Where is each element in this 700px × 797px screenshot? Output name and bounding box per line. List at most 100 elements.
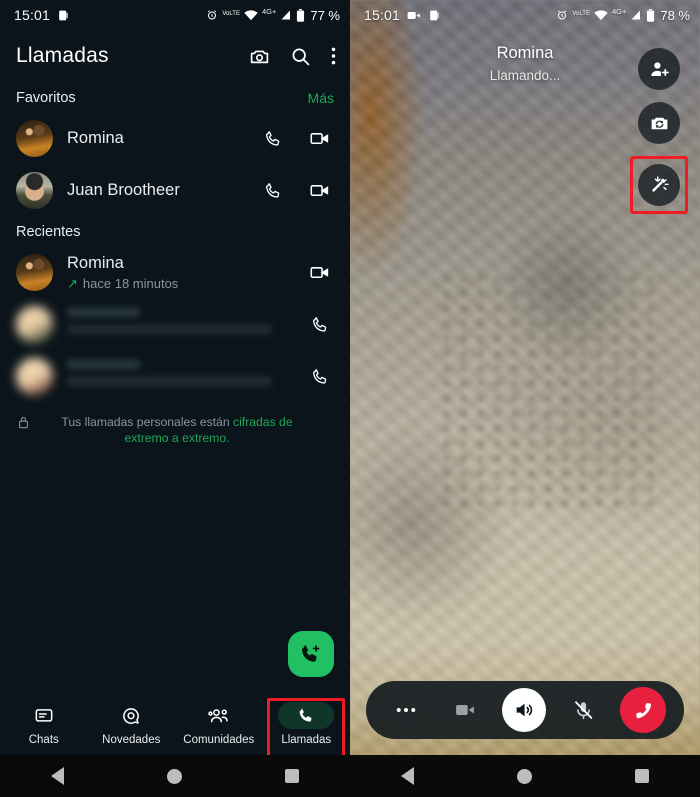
battery-percent: 78 % [660, 7, 690, 23]
favorite-row[interactable]: Romina [0, 112, 350, 164]
app-bar: Llamadas [0, 30, 350, 82]
mic-button[interactable] [561, 688, 605, 732]
call-timestamp: hace 18 minutos [82, 275, 179, 291]
recents-icon[interactable] [634, 769, 649, 783]
home-icon[interactable] [516, 768, 532, 784]
battery-icon [296, 8, 305, 22]
home-icon[interactable] [166, 768, 182, 784]
calls-icon [297, 706, 316, 725]
video-call-icon[interactable] [309, 128, 330, 149]
voice-call-icon[interactable] [264, 181, 283, 200]
nav-item-novedades[interactable]: Novedades [88, 702, 176, 746]
call-side-actions [630, 48, 688, 214]
video-recording-icon [407, 10, 421, 21]
outgoing-call-arrow-icon: ↗ [67, 275, 78, 291]
nav-label: Llamadas [281, 734, 332, 746]
avatar [16, 119, 53, 157]
volte-icon: VoLTE [572, 11, 590, 18]
recent-call-row[interactable] [0, 350, 350, 402]
nav-item-llamadas[interactable]: Llamadas [263, 698, 351, 759]
nav-label: Comunidades [183, 734, 255, 746]
recents-label: Recientes [16, 224, 81, 240]
bottom-navigation: Chats Novedades Comunidades Llamadas [0, 693, 351, 759]
signal-icon [630, 9, 642, 21]
recent-call-row[interactable] [0, 298, 350, 350]
status-bar-time: 15:01 [364, 7, 401, 23]
recents-section-header: Recientes [0, 216, 350, 246]
more-options-button[interactable] [384, 688, 428, 732]
right-phone-screen: 15:01 VoLTE 4G+ 78 % Romina Llamando... [350, 0, 700, 797]
overflow-menu-icon[interactable] [331, 46, 336, 66]
wifi-icon [244, 9, 258, 21]
switch-camera-button[interactable] [638, 102, 680, 144]
more-options-icon [396, 707, 416, 713]
video-off-icon [454, 702, 476, 718]
recent-call-row[interactable]: Romina ↗ hace 18 minutos [0, 246, 350, 298]
avatar [16, 253, 53, 291]
signal-icon [280, 9, 292, 21]
avatar [16, 305, 53, 343]
back-icon[interactable] [51, 767, 65, 785]
encryption-notice: Tus llamadas personales están cifradas d… [0, 402, 350, 447]
page-title: Llamadas [16, 44, 109, 67]
effects-button[interactable] [638, 164, 680, 206]
video-call-icon[interactable] [309, 180, 330, 201]
avatar [16, 171, 53, 209]
alarm-icon [206, 9, 218, 21]
contact-name: Romina [67, 253, 124, 272]
nav-item-comunidades[interactable]: Comunidades [175, 702, 263, 746]
system-navigation-bar [350, 755, 700, 797]
favorite-row[interactable]: Juan Brootheer [0, 164, 350, 216]
alarm-icon [556, 9, 568, 21]
back-icon[interactable] [401, 767, 415, 785]
switch-camera-icon [649, 113, 670, 134]
encryption-text: Tus llamadas personales están cifradas d… [38, 414, 316, 447]
video-toggle-button[interactable] [443, 688, 487, 732]
speaker-button[interactable] [501, 688, 546, 732]
add-participant-icon [649, 59, 670, 80]
search-icon[interactable] [290, 46, 311, 67]
screenshot-icon [428, 9, 441, 22]
volte-label: VoLTE [222, 11, 240, 17]
left-phone-screen: 15:01 VoLTE 4G+ 77 % Llamadas Favoritos … [0, 0, 350, 797]
video-call-icon[interactable] [309, 262, 330, 283]
nav-pill [191, 702, 247, 729]
mic-muted-icon [573, 700, 594, 721]
nav-item-chats[interactable]: Chats [0, 702, 88, 746]
chats-icon [34, 706, 54, 726]
contact-name: Romina [67, 128, 124, 147]
effects-wand-icon [648, 174, 670, 196]
camera-icon[interactable] [249, 46, 270, 67]
volte-label: VoLTE [572, 11, 590, 17]
video-feed-pattern [437, 270, 655, 511]
contact-name: Juan Brootheer [67, 180, 180, 199]
lock-icon [18, 416, 29, 429]
battery-percent: 77 % [310, 7, 340, 23]
voice-call-icon[interactable] [264, 129, 283, 148]
avatar [16, 357, 53, 395]
status-updates-icon [121, 706, 141, 726]
favorites-section-header: Favoritos Más [0, 82, 350, 112]
end-call-button[interactable] [620, 687, 667, 733]
new-call-fab[interactable] [288, 631, 334, 677]
screenshot-icon [57, 9, 70, 22]
favorites-more-link[interactable]: Más [308, 90, 334, 106]
voice-call-icon[interactable] [311, 315, 330, 334]
voice-call-icon[interactable] [311, 367, 330, 386]
network-type-label: 4G+ [261, 6, 277, 16]
effects-button-wrap [630, 156, 688, 214]
wifi-icon [594, 9, 608, 21]
end-call-icon [632, 699, 655, 722]
add-participant-button-wrap [638, 48, 680, 90]
add-participant-button[interactable] [638, 48, 680, 90]
nav-label: Chats [28, 734, 59, 746]
status-bar: 15:01 VoLTE 4G+ [350, 0, 700, 30]
status-bar: 15:01 VoLTE 4G+ [0, 0, 350, 30]
nav-pill-active [278, 702, 335, 729]
switch-camera-button-wrap [638, 102, 680, 144]
recents-icon[interactable] [284, 769, 299, 783]
nav-pill [103, 702, 159, 729]
system-navigation-bar [0, 755, 350, 797]
speaker-on-icon [513, 699, 535, 721]
network-type-label: 4G+ [611, 6, 627, 16]
